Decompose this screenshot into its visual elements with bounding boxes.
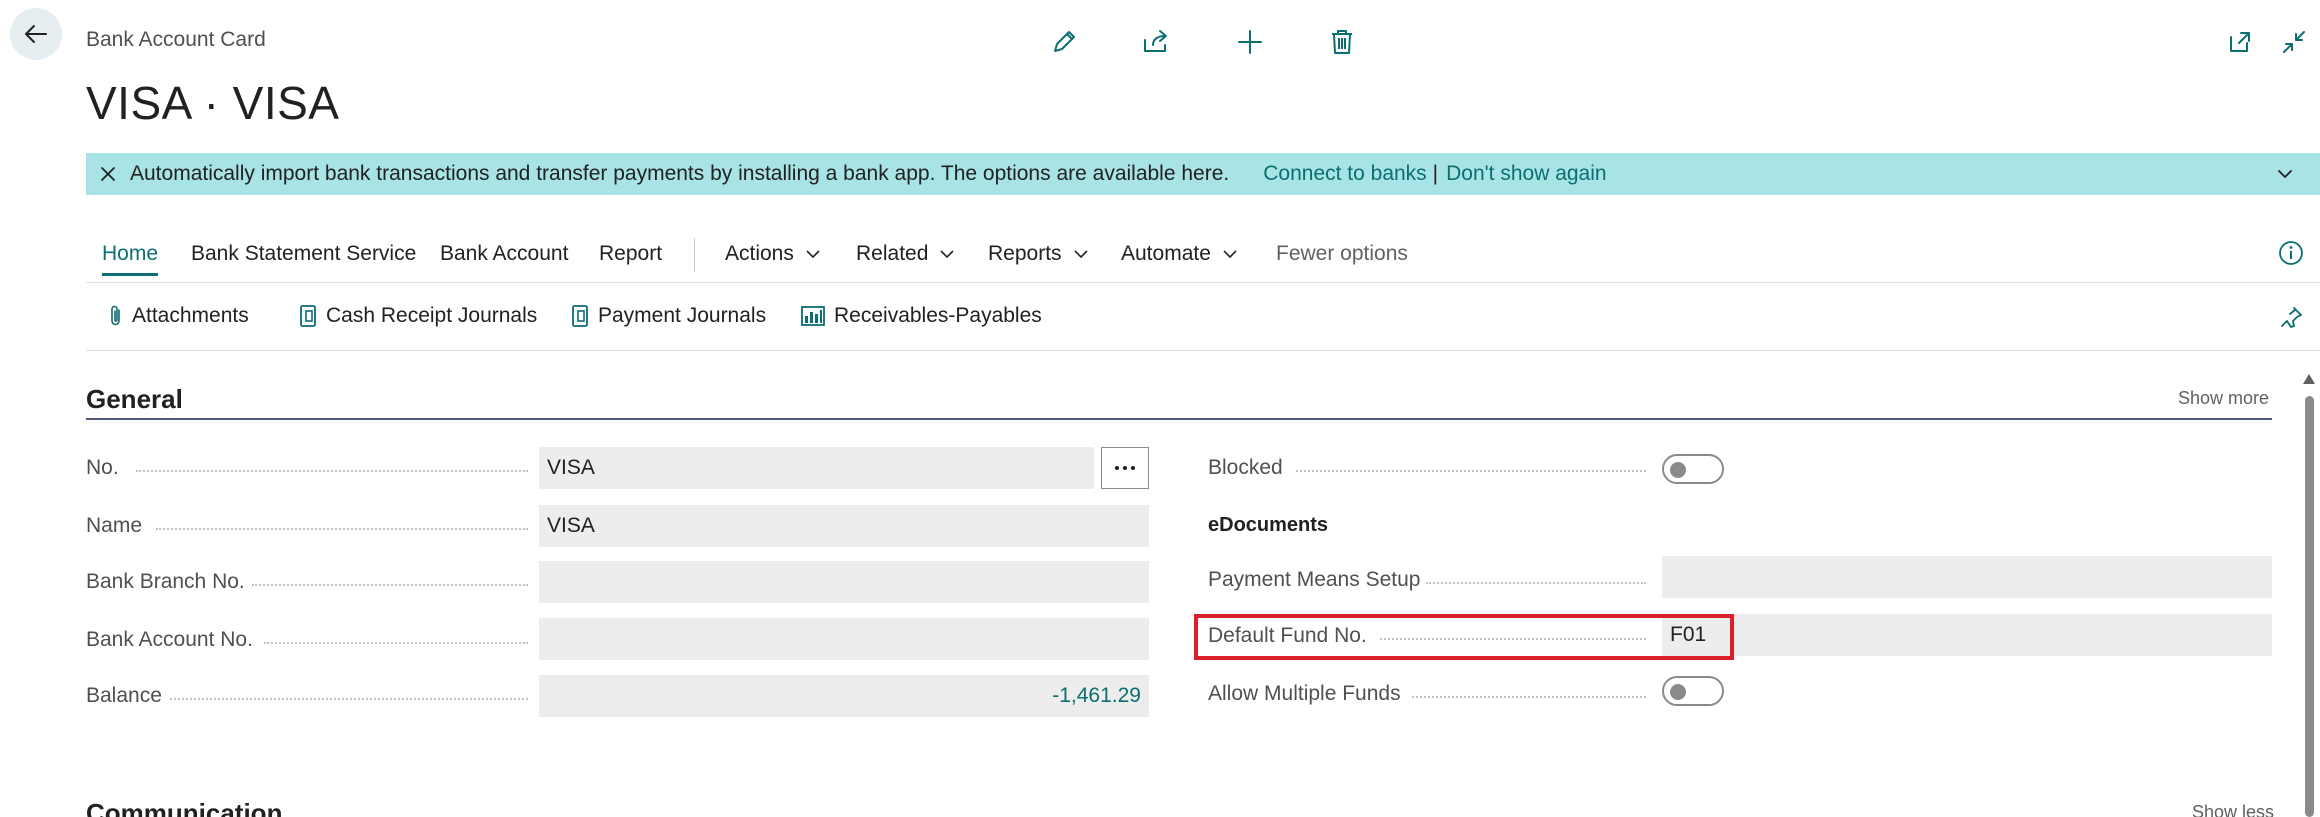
menu-actions-label: Actions xyxy=(725,242,794,265)
section-underline xyxy=(86,418,2272,420)
trash-icon xyxy=(1332,30,1352,54)
chevron-down-icon[interactable] xyxy=(2274,163,2296,185)
attachments-label: Attachments xyxy=(132,304,249,327)
chevron-down-icon xyxy=(1073,250,1088,259)
banner-separator: | xyxy=(1432,162,1439,185)
field-label-payment-means-setup: Payment Means Setup xyxy=(1208,568,1421,591)
new-button[interactable] xyxy=(1232,24,1268,60)
no-field[interactable]: VISA xyxy=(539,447,1094,489)
cash-receipt-journals-label: Cash Receipt Journals xyxy=(326,304,538,327)
actions-divider-line xyxy=(86,350,2320,351)
dont-show-again-link[interactable]: Don't show again xyxy=(1446,162,1606,186)
plus-icon xyxy=(1238,30,1262,54)
menu-actions[interactable]: Actions xyxy=(725,242,822,266)
chart-icon xyxy=(801,306,825,326)
field-leader-dots xyxy=(156,528,528,530)
section-title-communication: Communication xyxy=(86,798,283,817)
toggle-knob xyxy=(1670,684,1686,700)
connect-to-banks-link[interactable]: Connect to banks xyxy=(1263,162,1426,186)
payment-means-setup-field[interactable] xyxy=(1662,556,2272,598)
payment-journals-button[interactable]: Payment Journals xyxy=(570,304,766,328)
chevron-down-icon xyxy=(806,250,820,259)
chevron-down-icon xyxy=(940,250,954,259)
menu-divider-line xyxy=(86,282,2320,283)
field-leader-dots xyxy=(1296,470,1646,472)
ellipsis-icon xyxy=(1115,466,1135,470)
field-leader-dots xyxy=(170,698,528,700)
share-button[interactable] xyxy=(1138,24,1174,60)
show-more-link[interactable]: Show more xyxy=(2178,388,2269,409)
edit-button[interactable] xyxy=(1046,24,1082,60)
info-icon[interactable] xyxy=(2278,240,2304,266)
scrollbar-thumb[interactable] xyxy=(2305,396,2314,817)
field-leader-dots xyxy=(1412,696,1646,698)
highlight-box xyxy=(1194,614,1734,660)
bank-branch-no-field[interactable] xyxy=(539,561,1149,603)
tab-report[interactable]: Report xyxy=(599,242,662,266)
edocuments-heading: eDocuments xyxy=(1208,514,1329,536)
share-icon xyxy=(1144,30,1167,52)
cash-receipt-journals-button[interactable]: Cash Receipt Journals xyxy=(298,304,537,328)
action-menu-bar: Home Bank Statement Service Bank Account… xyxy=(86,230,2320,280)
tab-home[interactable]: Home xyxy=(102,242,159,276)
name-field[interactable]: VISA xyxy=(539,505,1149,547)
vertical-scrollbar[interactable] xyxy=(2302,374,2316,817)
assist-edit-button[interactable] xyxy=(1101,447,1149,489)
field-label-blocked: Blocked xyxy=(1208,456,1283,479)
section-title-general: General xyxy=(86,384,183,414)
page-caption: Bank Account Card xyxy=(86,28,266,51)
journal-icon xyxy=(300,305,316,327)
bank-account-no-field[interactable] xyxy=(539,618,1149,660)
banner-message: Automatically import bank transactions a… xyxy=(130,162,1230,185)
paperclip-icon xyxy=(111,305,120,326)
pin-icon[interactable] xyxy=(2280,305,2304,331)
collapse-button[interactable] xyxy=(2276,24,2312,60)
receivables-payables-label: Receivables-Payables xyxy=(834,304,1042,327)
journal-icon xyxy=(572,305,588,327)
tab-bank-statement-service[interactable]: Bank Statement Service xyxy=(191,242,416,266)
field-leader-dots xyxy=(252,584,528,586)
open-new-window-button[interactable] xyxy=(2222,24,2258,60)
open-in-new-icon xyxy=(2230,32,2250,52)
field-leader-dots xyxy=(264,642,528,644)
close-icon xyxy=(101,167,115,181)
field-label-allow-multiple-funds: Allow Multiple Funds xyxy=(1208,682,1401,705)
chevron-down-icon xyxy=(1223,250,1237,259)
menu-reports[interactable]: Reports xyxy=(988,242,1090,266)
field-label-bank-account-no: Bank Account No. xyxy=(86,628,253,651)
arrow-left-icon xyxy=(25,25,47,43)
toggle-knob xyxy=(1670,462,1686,478)
scroll-up-arrow-icon[interactable] xyxy=(2303,374,2315,384)
delete-button[interactable] xyxy=(1324,24,1360,60)
page-title: VISA · VISA xyxy=(86,77,340,129)
tab-bank-account[interactable]: Bank Account xyxy=(440,242,568,266)
back-button[interactable] xyxy=(10,8,62,60)
attachments-button[interactable]: Attachments xyxy=(108,304,249,328)
default-fund-no-field[interactable]: F01 xyxy=(1662,614,2272,656)
balance-field[interactable]: -1,461.29 xyxy=(539,675,1149,717)
notification-banner: Automatically import bank transactions a… xyxy=(86,153,2320,195)
field-label-bank-branch-no: Bank Branch No. xyxy=(86,570,245,593)
banner-close-button[interactable] xyxy=(86,153,130,195)
menu-related[interactable]: Related xyxy=(856,242,956,266)
collapse-icon xyxy=(2283,31,2305,53)
blocked-toggle[interactable] xyxy=(1662,454,1724,484)
menu-divider xyxy=(694,238,695,272)
menu-automate-label: Automate xyxy=(1121,242,1211,265)
field-label-no: No. xyxy=(86,456,119,479)
field-leader-dots xyxy=(1426,582,1646,584)
payment-journals-label: Payment Journals xyxy=(598,304,767,327)
pencil-icon xyxy=(1054,31,1075,52)
show-less-link[interactable]: Show less xyxy=(2192,802,2274,817)
field-label-name: Name xyxy=(86,514,143,537)
field-label-balance: Balance xyxy=(86,684,162,707)
field-leader-dots xyxy=(136,470,528,472)
menu-reports-label: Reports xyxy=(988,242,1062,265)
fewer-options-button[interactable]: Fewer options xyxy=(1276,242,1408,266)
menu-automate[interactable]: Automate xyxy=(1121,242,1239,266)
menu-related-label: Related xyxy=(856,242,929,265)
allow-multiple-funds-toggle[interactable] xyxy=(1662,676,1724,706)
receivables-payables-button[interactable]: Receivables-Payables xyxy=(800,304,1042,328)
